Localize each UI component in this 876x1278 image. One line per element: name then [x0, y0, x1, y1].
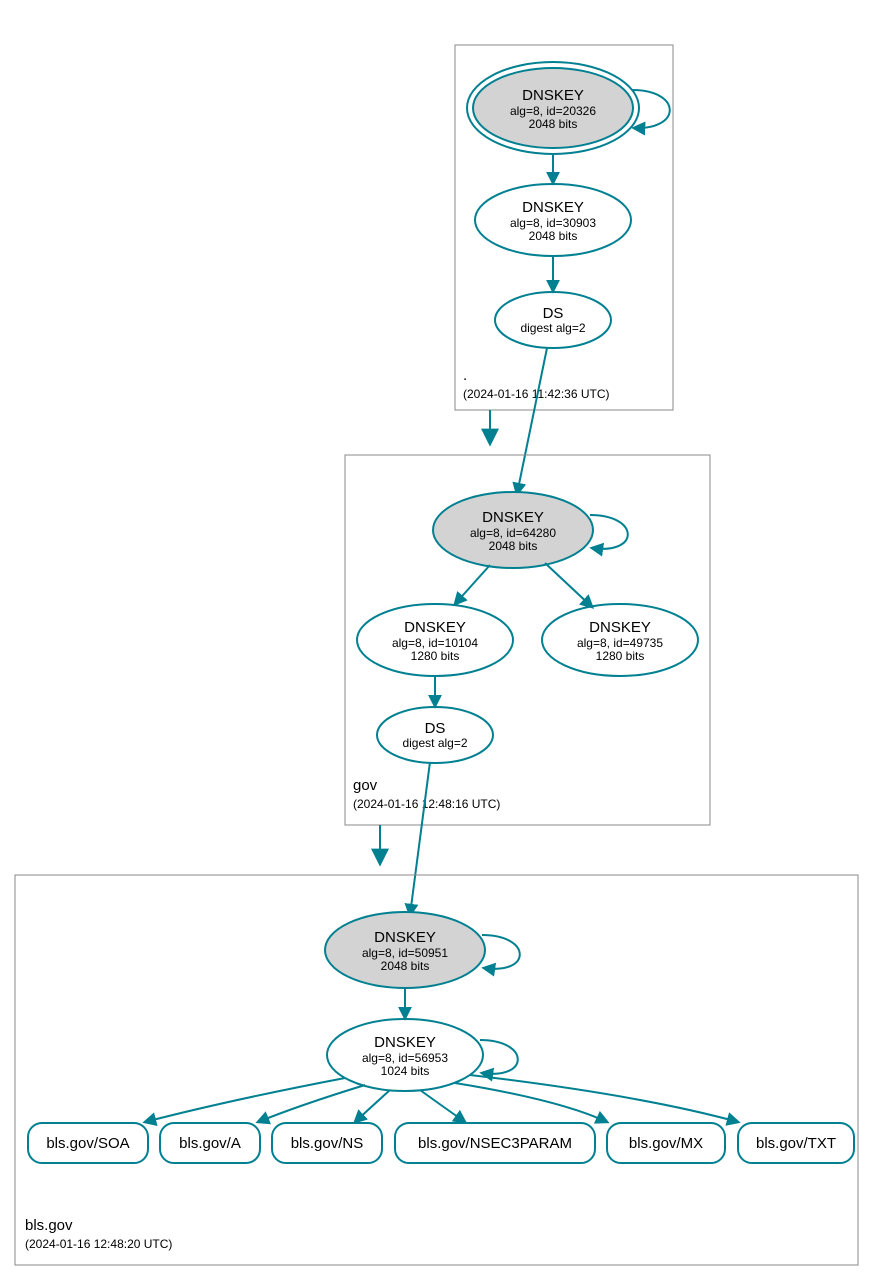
edge-bls-zsk-self [480, 1040, 518, 1074]
edge-gov-ksk-self [590, 515, 628, 549]
rrset-ns: bls.gov/NS [272, 1123, 382, 1163]
svg-text:1280 bits: 1280 bits [596, 649, 645, 663]
svg-text:1024 bits: 1024 bits [381, 1064, 430, 1078]
svg-text:DS: DS [425, 720, 446, 737]
svg-text:alg=8, id=30903: alg=8, id=30903 [510, 216, 596, 230]
svg-text:2048 bits: 2048 bits [529, 229, 578, 243]
edge-zsk-ns [355, 1090, 390, 1122]
zone-gov-name: gov [353, 777, 378, 794]
svg-text:DNSKEY: DNSKEY [404, 619, 466, 636]
svg-text:DNSKEY: DNSKEY [482, 509, 544, 526]
svg-text:2048 bits: 2048 bits [381, 959, 430, 973]
node-root-ksk: DNSKEY alg=8, id=20326 2048 bits [467, 62, 639, 154]
svg-text:bls.gov/TXT: bls.gov/TXT [756, 1135, 836, 1152]
zone-bls-time: (2024-01-16 12:48:20 UTC) [25, 1237, 172, 1251]
svg-text:alg=8, id=20326: alg=8, id=20326 [510, 104, 596, 118]
edge-root-ds-to-gov-ksk [517, 348, 547, 494]
svg-text:DNSKEY: DNSKEY [374, 929, 436, 946]
svg-text:alg=8, id=10104: alg=8, id=10104 [392, 636, 478, 650]
svg-text:bls.gov/A: bls.gov/A [179, 1135, 241, 1152]
svg-text:bls.gov/MX: bls.gov/MX [629, 1135, 703, 1152]
edge-zsk-mx [455, 1083, 607, 1122]
node-gov-zsk2: DNSKEY alg=8, id=49735 1280 bits [542, 604, 698, 676]
rrset-a: bls.gov/A [160, 1123, 260, 1163]
node-gov-ksk: DNSKEY alg=8, id=64280 2048 bits [433, 492, 593, 568]
svg-text:alg=8, id=56953: alg=8, id=56953 [362, 1051, 448, 1065]
node-bls-ksk: DNSKEY alg=8, id=50951 2048 bits [325, 912, 485, 988]
edge-root-ksk-self [632, 90, 670, 128]
svg-text:DNSKEY: DNSKEY [374, 1034, 436, 1051]
svg-text:digest alg=2: digest alg=2 [520, 321, 585, 335]
svg-text:DS: DS [543, 305, 564, 322]
zone-gov-time: (2024-01-16 12:48:16 UTC) [353, 797, 500, 811]
svg-text:bls.gov/NSEC3PARAM: bls.gov/NSEC3PARAM [418, 1135, 572, 1152]
node-gov-zsk1: DNSKEY alg=8, id=10104 1280 bits [357, 604, 513, 676]
svg-text:alg=8, id=50951: alg=8, id=50951 [362, 946, 448, 960]
edge-gov-ksk-to-zsk2 [545, 563, 592, 607]
node-root-ds: DS digest alg=2 [495, 292, 611, 348]
rrset-txt: bls.gov/TXT [738, 1123, 854, 1163]
svg-text:digest alg=2: digest alg=2 [402, 736, 467, 750]
zone-root-name: . [463, 367, 467, 384]
svg-text:1280 bits: 1280 bits [411, 649, 460, 663]
edge-zsk-txt [470, 1075, 738, 1122]
svg-text:2048 bits: 2048 bits [529, 117, 578, 131]
edge-zsk-a [258, 1085, 365, 1122]
edge-gov-ds-to-bls-ksk [410, 762, 430, 915]
edge-zsk-soa [145, 1078, 345, 1122]
rrset-soa: bls.gov/SOA [28, 1123, 148, 1163]
zone-bls-name: bls.gov [25, 1217, 73, 1234]
rrset-nsec3param: bls.gov/NSEC3PARAM [395, 1123, 595, 1163]
svg-text:bls.gov/SOA: bls.gov/SOA [46, 1135, 129, 1152]
node-gov-ds: DS digest alg=2 [377, 707, 493, 763]
svg-text:DNSKEY: DNSKEY [522, 87, 584, 104]
svg-text:alg=8, id=49735: alg=8, id=49735 [577, 636, 663, 650]
edge-zsk-n3p [420, 1090, 465, 1122]
svg-text:DNSKEY: DNSKEY [522, 199, 584, 216]
edge-gov-ksk-to-zsk1 [455, 565, 490, 604]
svg-text:alg=8, id=64280: alg=8, id=64280 [470, 526, 556, 540]
rrset-mx: bls.gov/MX [607, 1123, 725, 1163]
svg-text:2048 bits: 2048 bits [489, 539, 538, 553]
node-bls-zsk: DNSKEY alg=8, id=56953 1024 bits [327, 1019, 483, 1091]
svg-text:bls.gov/NS: bls.gov/NS [291, 1135, 364, 1152]
node-root-zsk: DNSKEY alg=8, id=30903 2048 bits [475, 184, 631, 256]
edge-bls-ksk-self [482, 935, 520, 969]
svg-text:DNSKEY: DNSKEY [589, 619, 651, 636]
